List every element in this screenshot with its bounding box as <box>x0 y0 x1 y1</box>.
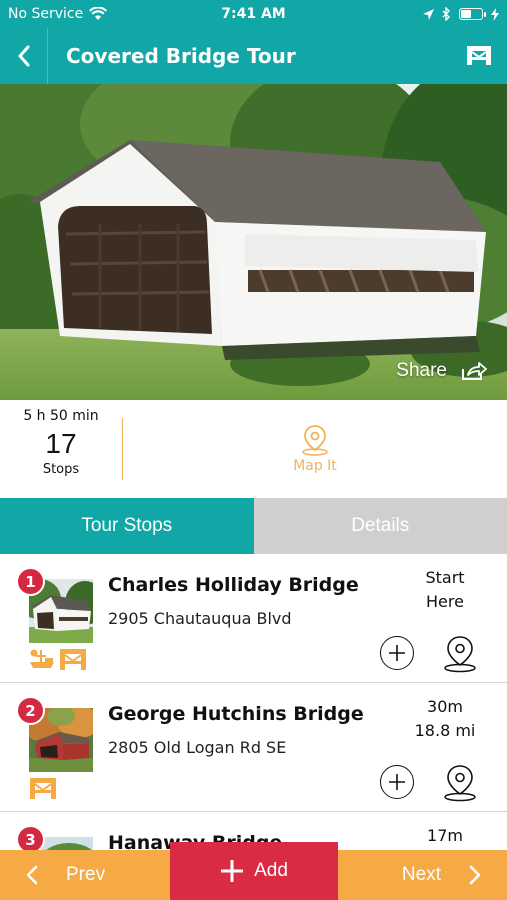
chevron-right-icon <box>469 865 481 885</box>
hero-image: Share <box>0 84 507 400</box>
nav-bar: Covered Bridge Tour <box>0 28 507 84</box>
stop-number-badge: 1 <box>16 567 45 596</box>
plus-icon <box>389 774 405 790</box>
carrier-label: No Service <box>8 6 84 22</box>
stop-map-button[interactable] <box>442 763 478 803</box>
add-stop-button[interactable] <box>380 765 414 799</box>
next-label: Next <box>401 864 441 885</box>
add-button[interactable]: Add <box>170 842 338 900</box>
bridge-icon <box>467 46 491 65</box>
list-item[interactable]: 2 George Hutchins Bridge 2805 Old Logan … <box>0 683 507 812</box>
map-it-button[interactable]: Map It <box>123 400 507 498</box>
map-pin-icon <box>302 425 328 456</box>
map-it-label: Map It <box>293 458 337 474</box>
map-pin-icon <box>444 765 476 802</box>
tour-stop-list: 1 Charles Holliday Bridge 2905 Chautauqu… <box>0 554 507 850</box>
stop-name: Charles Holliday Bridge <box>108 574 359 596</box>
status-bar: No Service 7:41 AM <box>0 0 507 28</box>
stop-distance-line2: Here <box>426 592 464 611</box>
tour-duration: 5 h 50 min <box>23 407 99 424</box>
stop-distance: 30m 18.8 mi <box>405 695 485 743</box>
tab-tour-stops[interactable]: Tour Stops <box>0 498 254 554</box>
back-button[interactable] <box>0 28 48 84</box>
stop-distance-line1: Start <box>425 568 465 587</box>
bluetooth-icon <box>442 7 450 21</box>
stops-label: Stops <box>42 461 80 477</box>
stop-distance: 17m <box>405 824 485 848</box>
chevron-left-icon <box>18 45 29 67</box>
tour-stats: 5 h 50 min 17 Stops <box>0 408 123 480</box>
stop-distance: Start Here <box>405 566 485 614</box>
bridge-icon <box>30 778 56 799</box>
stop-number-badge: 3 <box>16 825 45 850</box>
stop-number-badge: 2 <box>16 696 45 725</box>
tour-summary: 5 h 50 min 17 Stops Map It <box>0 400 507 498</box>
add-stop-button[interactable] <box>380 636 414 670</box>
battery-level <box>461 10 471 18</box>
stop-badges <box>29 777 57 801</box>
bottom-nav-bar: Prev Next Add <box>0 842 507 900</box>
prev-label: Prev <box>66 864 106 885</box>
add-label: Add <box>254 860 288 881</box>
share-icon <box>462 362 487 380</box>
status-right <box>329 7 499 21</box>
list-item[interactable]: 1 Charles Holliday Bridge 2905 Chautauqu… <box>0 554 507 683</box>
share-label: Share <box>396 360 447 381</box>
picnic-icon <box>30 649 54 668</box>
stop-name: George Hutchins Bridge <box>108 703 364 725</box>
covered-bridge-photo <box>0 84 507 400</box>
stop-address: 2905 Chautauqua Blvd <box>108 609 292 628</box>
stops-count: 17 <box>45 427 77 459</box>
tab-details[interactable]: Details <box>253 498 507 554</box>
stop-map-button[interactable] <box>442 634 478 674</box>
share-button[interactable]: Share <box>396 360 487 382</box>
chevron-left-icon <box>26 865 38 885</box>
stop-distance-line2: 18.8 mi <box>414 721 476 740</box>
wifi-icon <box>89 7 108 20</box>
stop-distance-line1: 30m <box>427 697 463 716</box>
plus-icon <box>389 645 405 661</box>
location-arrow-icon <box>423 8 434 20</box>
charging-bolt-icon <box>491 7 499 21</box>
stop-badges <box>29 648 87 672</box>
stop-address: 2805 Old Logan Rd SE <box>108 738 287 757</box>
map-pin-icon <box>444 636 476 673</box>
status-left: No Service <box>8 6 178 22</box>
page-title: Covered Bridge Tour <box>66 44 296 68</box>
bridge-icon <box>60 649 86 670</box>
battery-icon <box>459 8 486 20</box>
stop-distance-line1: 17m <box>427 826 463 845</box>
tab-bar: Tour Stops Details <box>0 498 507 554</box>
bridge-view-button[interactable] <box>451 28 507 84</box>
clock: 7:41 AM <box>221 6 286 22</box>
plus-icon <box>221 860 244 882</box>
